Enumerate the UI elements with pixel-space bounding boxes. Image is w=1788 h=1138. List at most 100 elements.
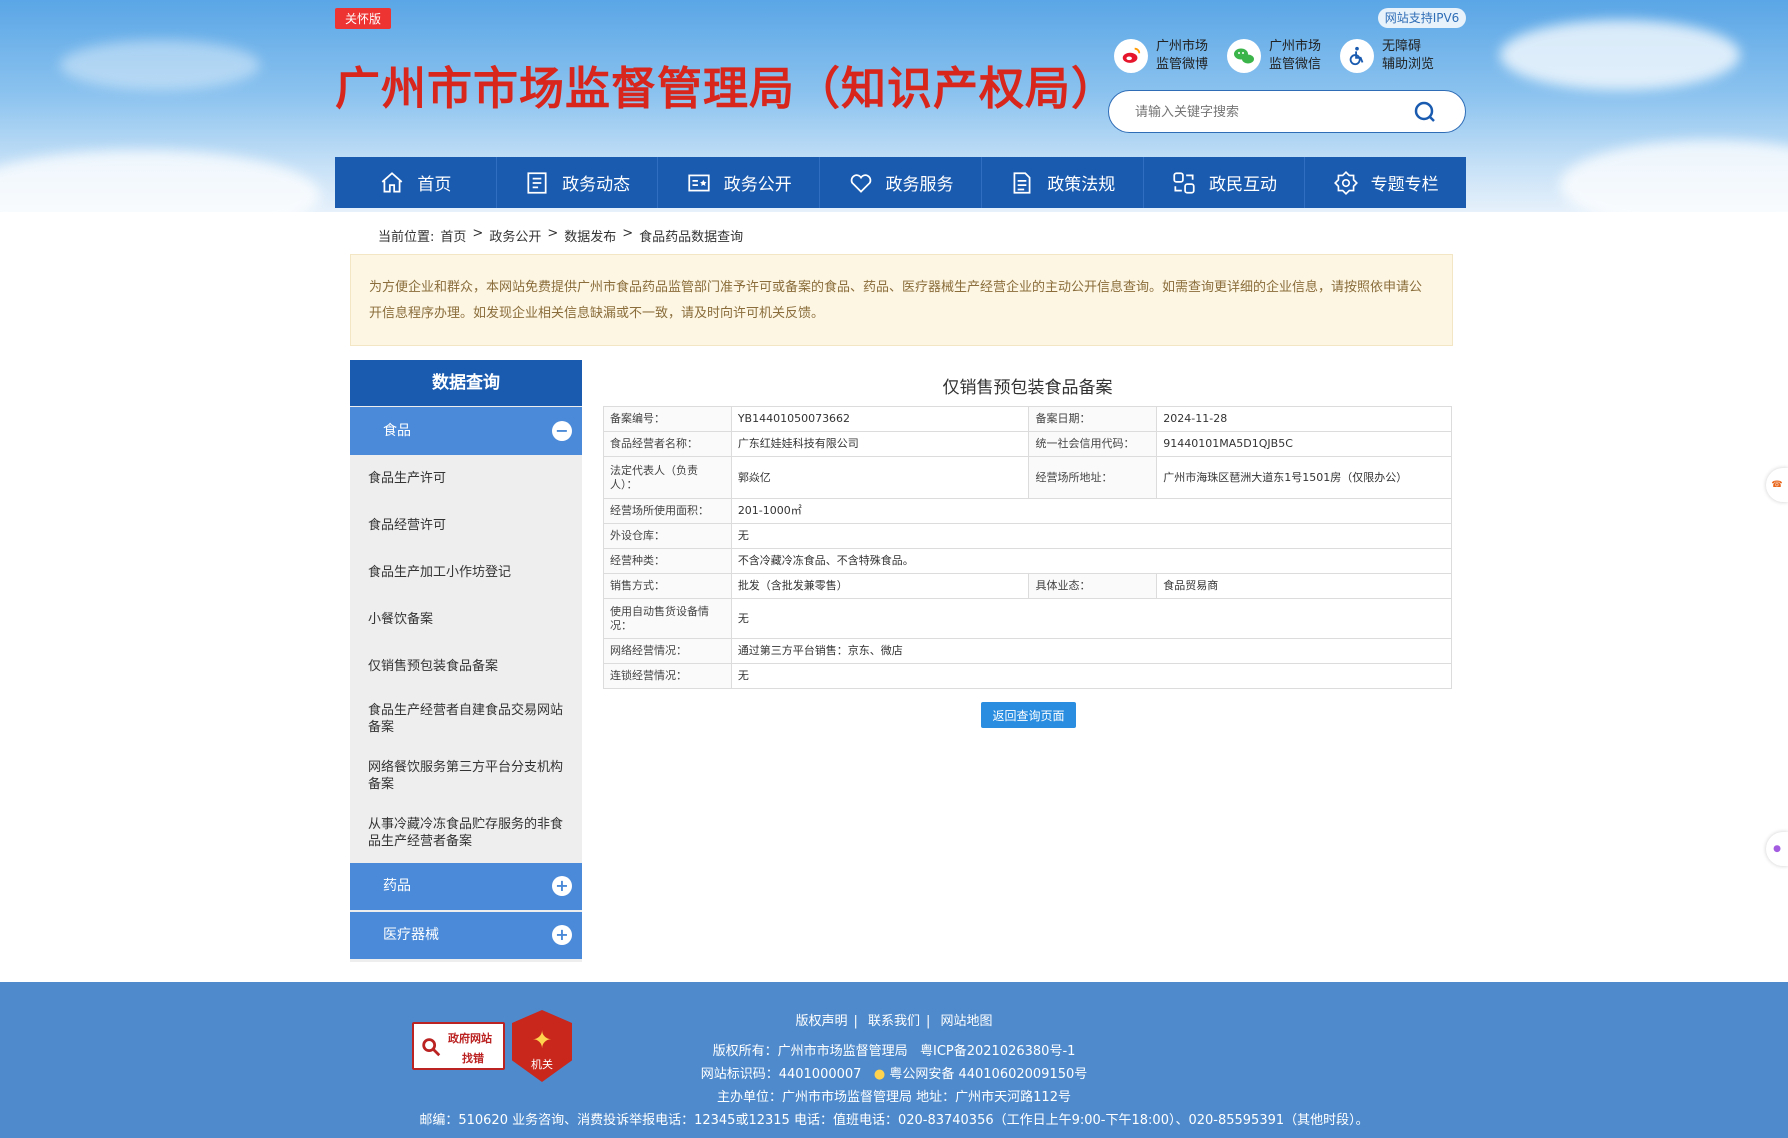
field-value: 201-1000㎡	[730, 498, 1453, 524]
field-value: 批发（含批发兼零售）	[730, 573, 1030, 599]
breadcrumb-separator: >	[472, 226, 484, 241]
breadcrumb-current[interactable]: 食品药品数据查询	[639, 226, 743, 245]
sidebar: 数据查询 食品 − 食品生产许可 食品经营许可 食品生产加工小作坊登记 小餐饮备…	[350, 360, 582, 962]
record-row: 经营种类： 不含冷藏冷冻食品、不含特殊食品。	[603, 548, 1453, 574]
field-value: 无	[730, 598, 1453, 639]
accessibility-icon	[1340, 39, 1374, 73]
sidebar-category-drug-label: 药品	[383, 878, 411, 894]
sidebar-food-list: 食品生产许可 食品经营许可 食品生产加工小作坊登记 小餐饮备案 仅销售预包装食品…	[350, 455, 582, 862]
site-code: 网站标识码：4401000007	[700, 1067, 862, 1082]
back-to-query-button[interactable]: 返回查询页面	[981, 702, 1076, 728]
field-value: 无	[730, 523, 1453, 549]
footer-site-code-line: 网站标识码：4401000007 ● 粤公网安备 44010602009150号	[0, 1063, 1788, 1082]
record-row: 备案编号： YB14401050073662 备案日期： 2024-11-28	[603, 406, 1452, 432]
sidebar-item-small-workshop[interactable]: 食品生产加工小作坊登记	[350, 549, 582, 596]
sidebar-category-food[interactable]: 食品 −	[350, 407, 582, 455]
accessibility-link-line1: 无障碍	[1382, 39, 1422, 54]
field-label: 法定代表人（负责人）：	[603, 456, 732, 499]
contact-link[interactable]: 联系我们	[868, 1014, 920, 1029]
weibo-icon	[1114, 39, 1148, 73]
care-mode-badge[interactable]: 关怀版	[335, 8, 392, 29]
sidebar-item-food-production[interactable]: 食品生产许可	[350, 455, 582, 502]
record-row: 外设仓库：无	[603, 523, 1453, 549]
field-value: 通过第三方平台销售：京东、微店	[730, 638, 1453, 664]
nav-open-gov[interactable]: 政务公开	[658, 157, 821, 208]
footer-sponsor: 主办单位：广州市市场监督管理局 地址：广州市天河路112号	[717, 1090, 1071, 1105]
footer-links: 版权声明 | 联系我们 | 网站地图	[795, 1014, 993, 1029]
expand-icon[interactable]: +	[552, 876, 572, 896]
record-title: 仅销售预包装食品备案	[942, 378, 1113, 398]
float-assistant-icon[interactable]: ●	[1766, 832, 1788, 866]
sidebar-category-drug[interactable]: 药品 +	[350, 863, 582, 910]
weibo-link[interactable]: 广州市场 监管微博	[1114, 38, 1208, 74]
sitemap-link[interactable]: 网站地图	[941, 1014, 993, 1029]
field-label: 使用自动售货设备情况：	[603, 598, 732, 639]
record-row: 连锁经营情况：无	[603, 663, 1453, 689]
breadcrumb-open-gov[interactable]: 政务公开	[489, 226, 541, 245]
main-nav: 首页 政务动态 政务公开 政务服务 政策法规 政民互动 专题专栏	[335, 157, 1466, 208]
sidebar-item-food-business[interactable]: 食品经营许可	[350, 502, 582, 549]
document-icon	[1013, 171, 1031, 194]
nav-news[interactable]: 政务动态	[497, 157, 659, 208]
sidebar-item-self-built-site[interactable]: 食品生产经营者自建食品交易网站备案	[350, 690, 582, 747]
nav-interaction[interactable]: 政民互动	[1144, 157, 1306, 208]
nav-open-gov-label: 政务公开	[723, 175, 792, 195]
copyright-link[interactable]: 版权声明	[795, 1014, 847, 1029]
field-label: 备案编号：	[603, 406, 732, 432]
record-table: 备案编号： YB14401050073662 备案日期： 2024-11-28 食品经营…	[603, 406, 1453, 689]
float-service-icon[interactable]: ☎	[1766, 468, 1788, 502]
sidebar-category-device[interactable]: 医疗器械 +	[350, 912, 582, 959]
field-label: 网络经营情况：	[603, 638, 732, 664]
icp-link[interactable]: 粤ICP备2021026380号-1	[920, 1044, 1075, 1059]
collapse-icon[interactable]: −	[552, 421, 572, 441]
field-value: 食品贸易商	[1156, 573, 1452, 599]
breadcrumb-prefix: 当前位置:	[378, 230, 435, 245]
field-label: 外设仓库：	[603, 523, 732, 549]
field-label: 备案日期：	[1028, 406, 1158, 432]
accessibility-link-line2: 辅助浏览	[1382, 57, 1435, 72]
heart-icon	[850, 173, 871, 193]
nav-news-label: 政务动态	[562, 175, 631, 195]
footer-copyright: 版权所有：广州市市场监督管理局	[712, 1044, 908, 1059]
breadcrumb-separator: >	[622, 226, 634, 241]
accessibility-link[interactable]: 无障碍 辅助浏览	[1340, 38, 1434, 74]
nav-policy[interactable]: 政策法规	[982, 157, 1144, 208]
police-badge-icon: ●	[873, 1067, 886, 1082]
breadcrumb-home[interactable]: 首页	[440, 226, 466, 245]
record-row: 网络经营情况： 通过第三方平台销售：京东、微店	[603, 638, 1453, 664]
expand-icon[interactable]: +	[552, 925, 572, 945]
interaction-icon	[1173, 171, 1195, 194]
nav-home[interactable]: 首页	[335, 157, 497, 208]
wechat-link-line1: 广州市场	[1269, 39, 1322, 54]
wechat-icon	[1227, 39, 1261, 73]
field-value: 91440101MA5D1QJB5C	[1156, 431, 1452, 457]
wechat-link[interactable]: 广州市场 监管微信	[1227, 38, 1321, 74]
search-icon[interactable]	[1413, 100, 1437, 124]
nav-topics-label: 专题专栏	[1370, 175, 1439, 195]
police-record-link[interactable]: 粤公网安备 44010602009150号	[889, 1067, 1087, 1082]
sidebar-item-prepackaged[interactable]: 仅销售预包装食品备案	[350, 643, 582, 690]
record-row: 食品经营者名称： 广东红娃娃科技有限公司 统一社会信用代码： 91440101MA5D…	[603, 431, 1452, 457]
sidebar-category-food-label: 食品	[383, 423, 411, 439]
field-label: 经营场所使用面积：	[603, 498, 732, 524]
field-label: 经营种类：	[603, 548, 732, 574]
sidebar-item-small-catering[interactable]: 小餐饮备案	[350, 596, 582, 643]
ipv6-badge: 网站支持IPV6	[1378, 8, 1466, 28]
search-input[interactable]	[1135, 101, 1405, 123]
breadcrumb-data-release[interactable]: 数据发布	[564, 226, 616, 245]
nav-service-label: 政务服务	[885, 175, 954, 195]
record-row: 法定代表人（负责人）： 郭焱亿 经营场所地址： 广州市海珠区琶洲大道东1号1501房（…	[603, 456, 1452, 499]
sidebar-item-third-party-branch[interactable]: 网络餐饮服务第三方平台分支机构备案	[350, 747, 582, 804]
sidebar-item-cold-storage[interactable]: 从事冷藏冷冻食品贮存服务的非食品生产经营者备案	[350, 804, 582, 862]
nav-home-label: 首页	[417, 175, 452, 195]
field-value: YB14401050073662	[730, 406, 1030, 432]
field-value: 无	[730, 663, 1453, 689]
wechat-link-line2: 监管微信	[1269, 57, 1322, 72]
nav-topics[interactable]: 专题专栏	[1305, 157, 1466, 208]
field-value: 广东红娃娃科技有限公司	[730, 431, 1030, 457]
field-value: 不含冷藏冷冻食品、不含特殊食品。	[730, 548, 1453, 574]
field-label: 食品经营者名称：	[603, 431, 732, 457]
sidebar-title: 数据查询	[350, 360, 582, 406]
nav-service[interactable]: 政务服务	[820, 157, 982, 208]
news-icon	[527, 171, 547, 194]
